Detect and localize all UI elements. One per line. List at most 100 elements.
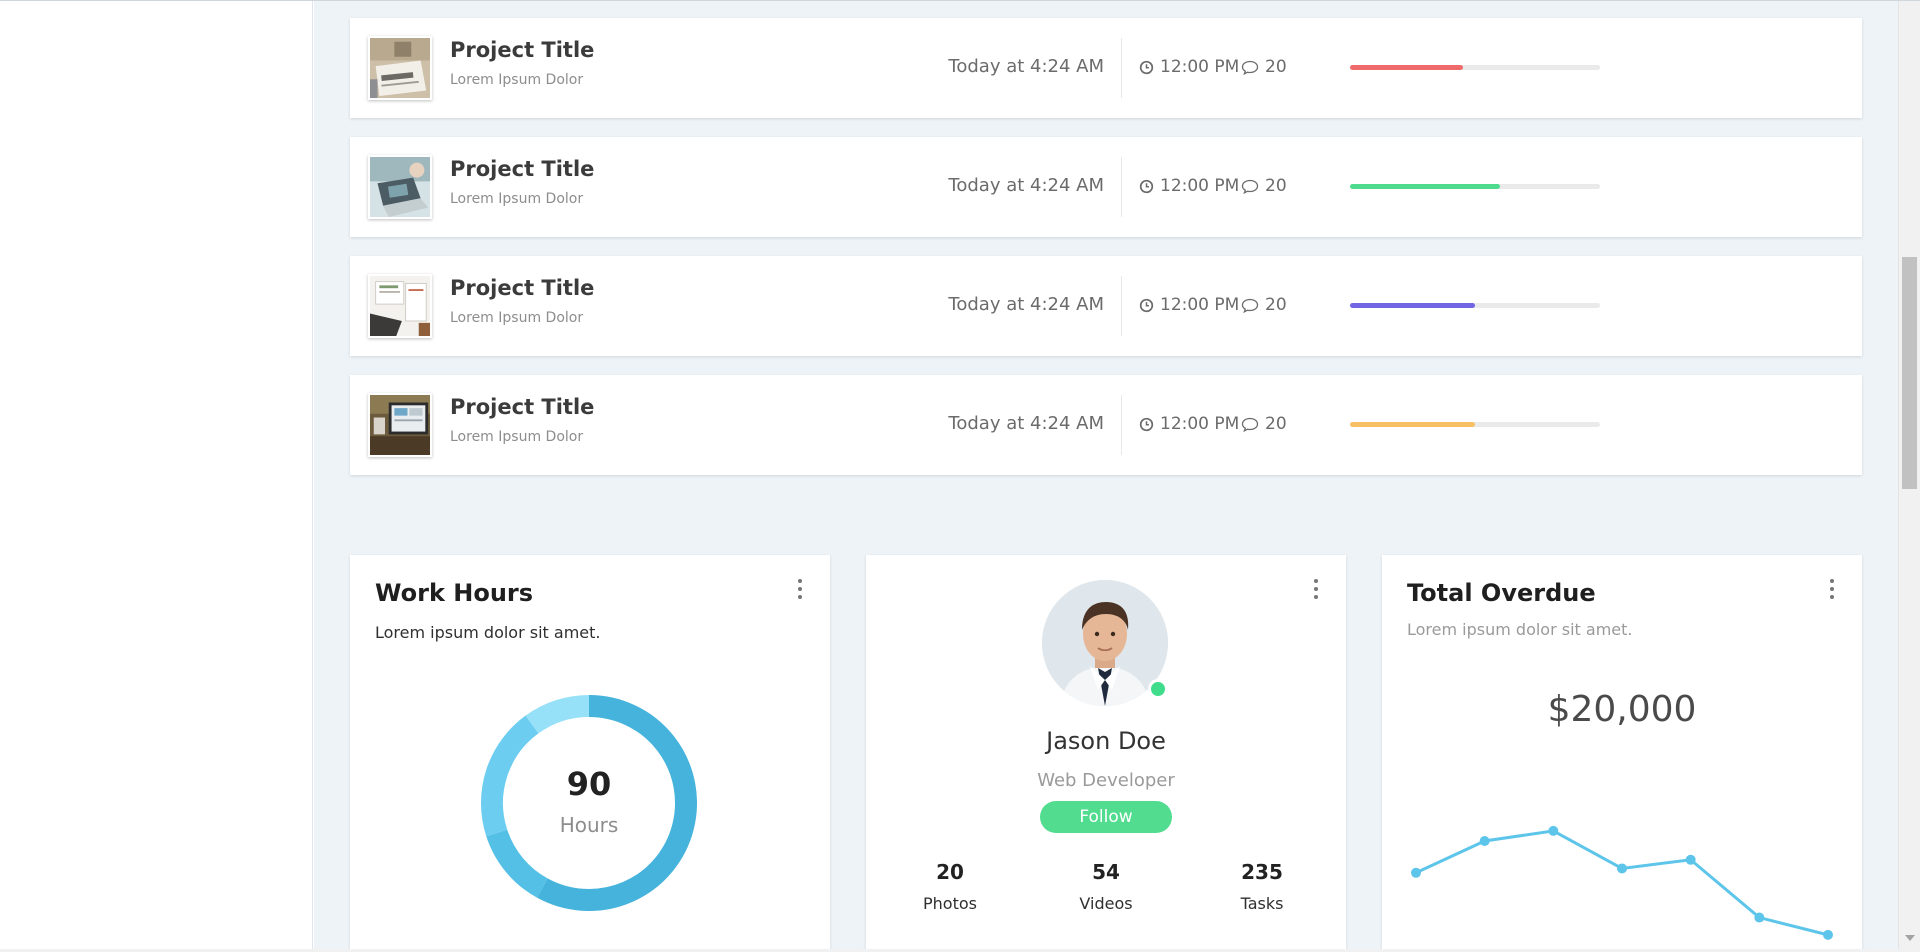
documents-keyboard-image — [370, 276, 430, 336]
project-subtitle: Lorem Ipsum Dolor — [450, 429, 584, 445]
stat-tasks[interactable]: 235 Tasks — [1202, 860, 1322, 913]
stat-label: Photos — [923, 894, 977, 913]
project-row[interactable]: Project Title Lorem Ipsum Dolor Today at… — [350, 256, 1862, 356]
donut-value: 90 — [566, 765, 612, 803]
project-comments[interactable]: 20 — [1241, 414, 1287, 434]
laptop-desk-image — [370, 157, 430, 217]
overdue-point-0 — [1411, 867, 1421, 878]
stat-value: 20 — [936, 860, 964, 884]
card-title: Total Overdue — [1407, 579, 1596, 607]
business-newspaper-image — [370, 38, 430, 98]
project-subtitle: Lorem Ipsum Dolor — [450, 72, 584, 88]
card-title: Work Hours — [375, 579, 534, 607]
project-time: 12:00 PM — [1139, 295, 1239, 315]
stat-label: Videos — [1079, 894, 1133, 913]
overdue-series-line — [1415, 829, 1829, 937]
overdue-point-6 — [1823, 929, 1833, 940]
donut-label: Hours — [559, 813, 619, 837]
project-time-text: 12:00 PM — [1160, 414, 1240, 434]
project-date: Today at 4:24 AM — [948, 175, 1104, 196]
clock-icon — [1139, 417, 1154, 431]
online-status-dot — [1148, 679, 1168, 699]
overdue-point-1 — [1479, 836, 1490, 846]
card-subtitle: Lorem ipsum dolor sit amet. — [1407, 620, 1633, 639]
divider — [1121, 395, 1122, 455]
stat-value: 54 — [1092, 860, 1120, 884]
comment-icon — [1241, 179, 1259, 194]
progress-bar — [1350, 303, 1600, 308]
stat-label: Tasks — [1240, 894, 1284, 913]
project-time-text: 12:00 PM — [1160, 57, 1240, 77]
comment-count: 20 — [1265, 176, 1287, 196]
project-time-text: 12:00 PM — [1160, 176, 1240, 196]
divider — [1121, 38, 1122, 98]
progress-bar — [1350, 184, 1600, 189]
stat-value: 235 — [1241, 860, 1283, 884]
project-time: 12:00 PM — [1139, 176, 1239, 196]
project-row[interactable]: Project Title Lorem Ipsum Dolor Today at… — [350, 18, 1862, 118]
profile-name: Jason Doe — [1046, 727, 1166, 755]
project-comments[interactable]: 20 — [1241, 295, 1287, 315]
project-comments[interactable]: 20 — [1241, 176, 1287, 196]
project-thumbnail — [368, 274, 432, 338]
clock-icon — [1139, 179, 1154, 193]
project-thumbnail — [368, 36, 432, 100]
project-row[interactable]: Project Title Lorem Ipsum Dolor Today at… — [350, 137, 1862, 237]
work-hours-donut: 90 Hours — [481, 695, 697, 911]
overdue-line-chart — [1411, 825, 1833, 940]
follow-button[interactable]: Follow — [1040, 801, 1172, 833]
project-date: Today at 4:24 AM — [948, 294, 1104, 315]
project-time-text: 12:00 PM — [1160, 295, 1240, 315]
comment-icon — [1241, 298, 1259, 313]
comment-icon — [1241, 417, 1259, 432]
donut-chart — [481, 695, 697, 911]
main-content: Project Title Lorem Ipsum Dolor Today at… — [314, 1, 1898, 949]
overdue-point-3 — [1617, 863, 1627, 874]
project-time: 12:00 PM — [1139, 414, 1239, 434]
project-title: Project Title — [450, 157, 595, 181]
comment-count: 20 — [1265, 414, 1287, 434]
project-row[interactable]: Project Title Lorem Ipsum Dolor Today at… — [350, 375, 1862, 475]
progress-bar — [1350, 422, 1600, 427]
overdue-point-4 — [1685, 854, 1696, 865]
clock-icon — [1139, 60, 1154, 74]
project-date: Today at 4:24 AM — [948, 56, 1104, 77]
project-date: Today at 4:24 AM — [948, 413, 1104, 434]
clock-icon — [1139, 298, 1154, 312]
more-options-icon[interactable] — [794, 579, 806, 599]
scrollbar-thumb[interactable] — [1902, 257, 1917, 489]
progress-fill — [1350, 184, 1500, 189]
more-options-icon[interactable] — [1826, 579, 1838, 599]
profile-role: Web Developer — [1037, 770, 1175, 791]
vertical-scrollbar[interactable] — [1898, 1, 1920, 949]
stat-videos[interactable]: 54 Videos — [1046, 860, 1166, 913]
progress-fill — [1350, 65, 1463, 70]
more-options-icon[interactable] — [1310, 579, 1322, 599]
work-hours-card: Work Hours Lorem ipsum dolor sit amet. 9… — [350, 555, 830, 949]
tablet-charts-image — [370, 395, 430, 455]
project-title: Project Title — [450, 276, 595, 300]
project-subtitle: Lorem Ipsum Dolor — [450, 191, 584, 207]
project-subtitle: Lorem Ipsum Dolor — [450, 310, 584, 326]
project-thumbnail — [368, 155, 432, 219]
stat-photos[interactable]: 20 Photos — [890, 860, 1010, 913]
comment-count: 20 — [1265, 295, 1287, 315]
profile-card: Jason Doe Web Developer Follow 20 Photos… — [866, 555, 1346, 949]
progress-bar — [1350, 65, 1600, 70]
project-time: 12:00 PM — [1139, 57, 1239, 77]
card-subtitle: Lorem ipsum dolor sit amet. — [375, 623, 601, 642]
comment-count: 20 — [1265, 57, 1287, 77]
overdue-amount: $20,000 — [1547, 689, 1697, 730]
scroll-down-arrow-icon[interactable] — [1905, 935, 1915, 941]
project-thumbnail — [368, 393, 432, 457]
divider — [1121, 276, 1122, 336]
donut-segment-3 — [525, 695, 590, 734]
donut-segment-1 — [486, 829, 548, 898]
overdue-point-2 — [1548, 825, 1559, 836]
divider — [1121, 157, 1122, 217]
progress-fill — [1350, 422, 1475, 427]
donut-segment-0 — [536, 695, 697, 911]
project-comments[interactable]: 20 — [1241, 57, 1287, 77]
project-title: Project Title — [450, 395, 595, 419]
project-title: Project Title — [450, 38, 595, 62]
